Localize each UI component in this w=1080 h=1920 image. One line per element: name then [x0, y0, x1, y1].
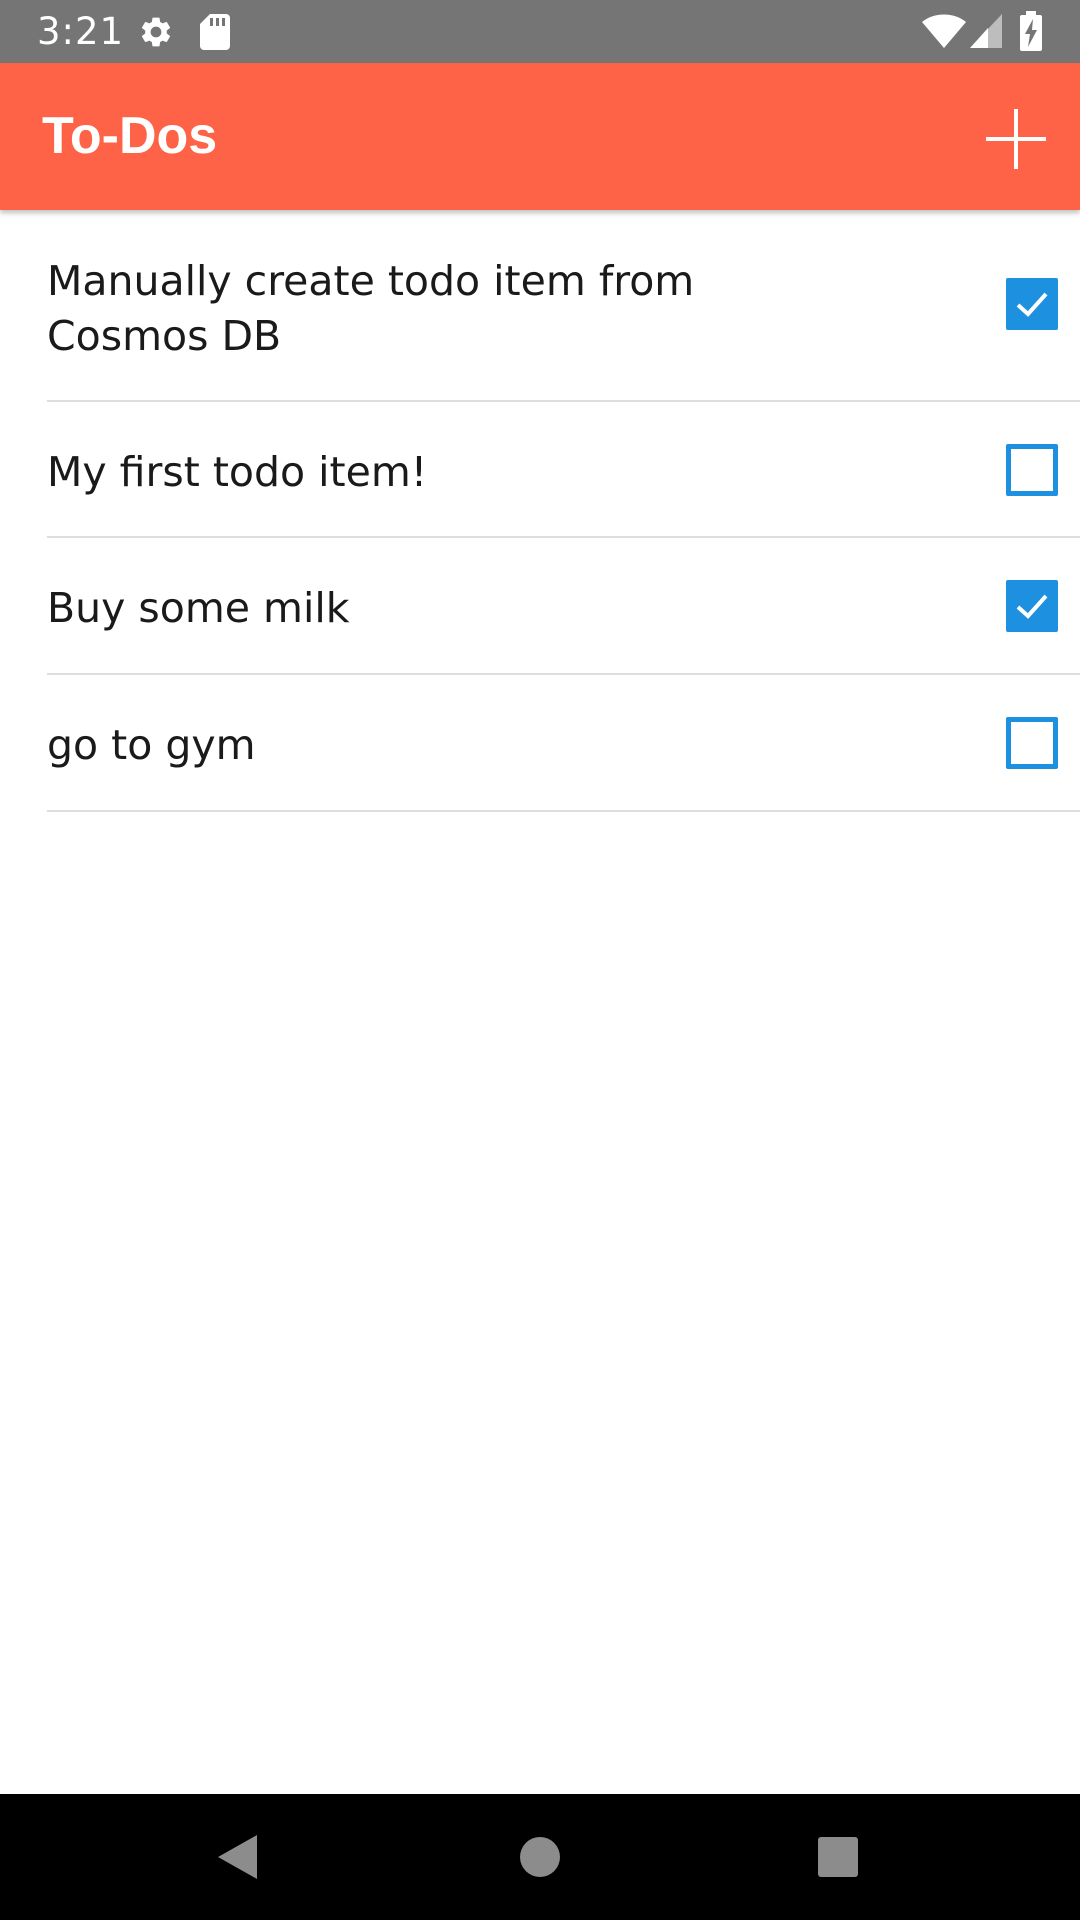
todo-text: My first todo item! — [47, 448, 428, 496]
todo-text: Buy some milk — [47, 584, 350, 632]
todo-item[interactable]: My first todo item! — [0, 402, 1080, 538]
todo-checkbox[interactable] — [1006, 580, 1058, 632]
todo-item[interactable]: go to gym — [0, 675, 1080, 812]
todo-list: Manually create todo item from Cosmos DB… — [0, 210, 1080, 812]
app-bar: To-Dos — [0, 63, 1080, 210]
add-todo-button[interactable] — [980, 103, 1052, 175]
nav-bar — [0, 1794, 1080, 1920]
page-title: To-Dos — [42, 107, 218, 165]
recents-button[interactable] — [800, 1819, 876, 1895]
todo-checkbox[interactable] — [1006, 717, 1058, 769]
todo-checkbox[interactable] — [1006, 444, 1058, 496]
back-button[interactable] — [200, 1819, 276, 1895]
gear-icon — [138, 14, 174, 50]
checkmark-icon — [1016, 594, 1048, 619]
recents-icon — [818, 1837, 858, 1877]
status-bar: 3:21 — [0, 0, 1080, 63]
checkmark-icon — [1016, 292, 1048, 317]
home-icon — [520, 1837, 560, 1877]
todo-text: Manually create todo item from Cosmos DB — [47, 257, 695, 360]
todo-item[interactable]: Manually create todo item from Cosmos DB — [0, 210, 1080, 402]
cell-signal-icon — [970, 14, 1002, 48]
todo-item[interactable]: Buy some milk — [0, 538, 1080, 675]
battery-charging-icon — [1020, 11, 1042, 51]
todo-text: go to gym — [47, 721, 256, 769]
back-icon — [218, 1835, 257, 1879]
todo-checkbox[interactable] — [1006, 278, 1058, 330]
divider — [47, 810, 1080, 812]
home-button[interactable] — [502, 1819, 578, 1895]
wifi-icon — [922, 14, 966, 48]
status-time: 3:21 — [37, 10, 125, 53]
sd-card-icon — [200, 14, 230, 50]
plus-icon — [986, 109, 1046, 169]
